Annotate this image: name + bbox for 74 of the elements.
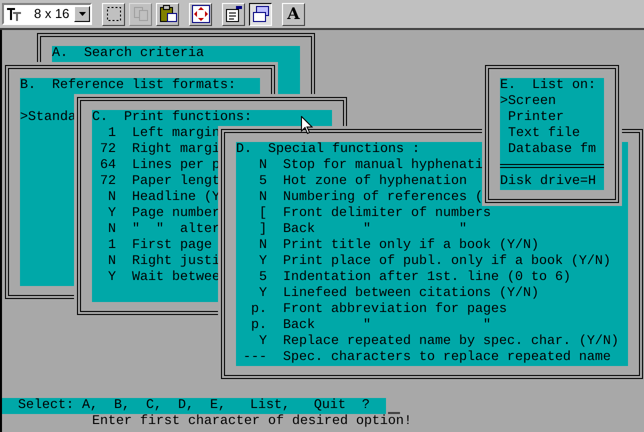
panel-title: E. List on: <box>500 78 596 94</box>
paste-button[interactable] <box>156 2 179 26</box>
clipboard-icon <box>158 5 176 23</box>
setting-value[interactable]: 72 <box>92 142 116 158</box>
setting-label: First page <box>132 238 212 254</box>
truetype-icon <box>6 7 22 21</box>
setting-value[interactable]: p. <box>243 302 267 318</box>
properties-button[interactable] <box>222 2 245 26</box>
windows-icon <box>252 5 270 23</box>
setting-label: " " alter <box>132 222 220 238</box>
setting-label: Numbering of references ( <box>283 190 483 206</box>
setting-label: Indentation after 1st. line (0 to 6) <box>283 270 571 286</box>
setting-value[interactable]: ] <box>243 222 267 238</box>
panel-title: B. Reference list formats: <box>20 78 236 94</box>
setting-label: Stop for manual hyphenati <box>283 158 483 174</box>
setting-label: Replace repeated name by spec. char. (Y/N) <box>283 334 619 350</box>
menu-option[interactable]: >Screen <box>500 94 604 110</box>
setting-label: Back " " <box>283 318 491 334</box>
setting-value[interactable]: 64 <box>92 158 116 174</box>
setting-value[interactable]: N <box>243 238 267 254</box>
dropdown-arrow-button[interactable] <box>74 6 90 22</box>
panel-title: D. Special functions : <box>236 142 420 158</box>
setting-label: Right margi <box>132 142 220 158</box>
menu-option[interactable]: Text file <box>500 126 604 142</box>
font-button[interactable]: A <box>282 2 305 26</box>
setting-value[interactable]: Y <box>243 254 267 270</box>
caret-icon <box>78 12 86 16</box>
setting-value[interactable]: N <box>243 158 267 174</box>
setting-value[interactable]: Y <box>243 286 267 302</box>
setting-label: Spec. characters to replace repeated name <box>283 350 611 366</box>
setting-label: Page number <box>132 206 220 222</box>
fullscreen-button[interactable] <box>189 2 212 26</box>
setting-value[interactable]: 5 <box>243 270 267 286</box>
setting-value[interactable]: p. <box>243 318 267 334</box>
setting-value[interactable]: Y <box>243 334 267 350</box>
setting-value[interactable]: 72 <box>92 174 116 190</box>
setting-value[interactable]: --- <box>243 350 267 366</box>
setting-label: Hot zone of hyphenation <box>283 174 467 190</box>
font-size-dropdown[interactable]: 8 x 16 <box>2 3 92 25</box>
setting-label: Front abbreviation for pages <box>283 302 507 318</box>
setting-label: Linefeed between citations (Y/N) <box>283 286 539 302</box>
selection-icon <box>106 6 122 22</box>
setting-label: Print title only if a book (Y/N) <box>283 238 539 254</box>
setting-label: Left margin <box>132 126 220 142</box>
mark-button[interactable] <box>102 2 125 26</box>
expand-arrows-icon <box>192 5 210 23</box>
font-size-value: 8 x 16 <box>34 5 70 24</box>
setting-value[interactable]: 1 <box>92 126 116 142</box>
hint-text: Enter first character of desired option! <box>91 414 412 430</box>
setting-value[interactable]: N <box>92 190 116 206</box>
setting-label: Right justi <box>132 254 220 270</box>
background-button[interactable] <box>249 2 272 26</box>
setting-label: Paper lengt <box>132 174 220 190</box>
disk-drive-label: Disk drive=H <box>500 174 597 190</box>
select-prompt: Select: A, B, C, D, E, List, Quit ? <box>2 398 386 414</box>
setting-value[interactable]: Y <box>92 206 116 222</box>
copy-icon <box>132 6 148 22</box>
menu-option[interactable]: Database fm <box>500 142 604 158</box>
setting-value[interactable]: N <box>92 254 116 270</box>
properties-icon <box>224 5 242 23</box>
menu-option[interactable]: Printer <box>500 110 604 126</box>
setting-value[interactable]: N <box>243 190 267 206</box>
text-cursor-icon <box>388 412 400 414</box>
setting-value[interactable]: N <box>92 222 116 238</box>
setting-value[interactable]: [ <box>243 206 267 222</box>
setting-value[interactable]: Y <box>92 270 116 286</box>
setting-value[interactable]: 5 <box>243 174 267 190</box>
setting-label: Wait betwee <box>132 270 220 286</box>
setting-label: Print place of publ. only if a book (Y/N) <box>283 254 611 270</box>
panel-title: C. Print functions: <box>92 110 252 126</box>
setting-label: Front delimiter of numbers <box>283 206 491 222</box>
setting-value[interactable]: 1 <box>92 238 116 254</box>
panel-title: A. Search criteria <box>52 46 204 62</box>
setting-label: Back " " <box>283 222 467 238</box>
